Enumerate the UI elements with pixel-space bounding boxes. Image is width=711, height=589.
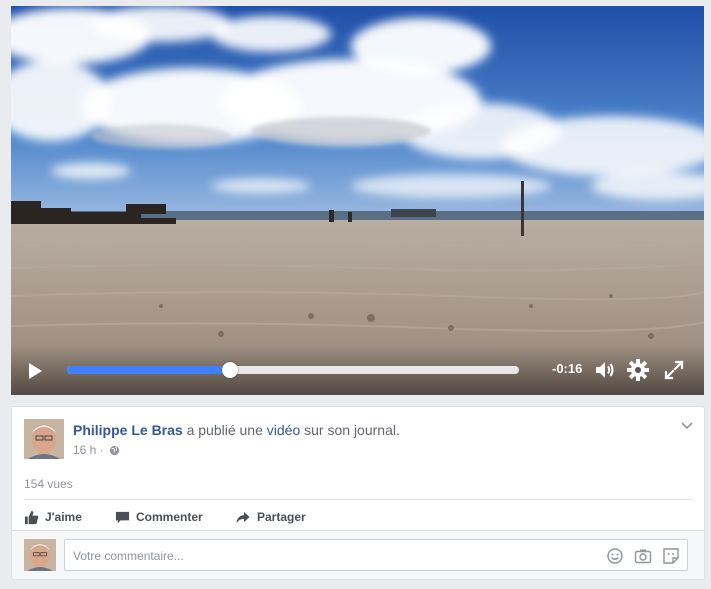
sticker-icon[interactable] xyxy=(662,547,680,565)
comment-label: Commenter xyxy=(136,510,203,524)
comment-box xyxy=(64,539,688,572)
action-suffix: sur son journal. xyxy=(300,422,400,438)
view-count[interactable]: 154 vues xyxy=(24,477,73,491)
action-prefix: a publié une xyxy=(182,422,267,438)
divider xyxy=(24,499,692,500)
avatar-image xyxy=(24,419,64,459)
commenter-avatar-image xyxy=(24,539,56,571)
commenter-avatar xyxy=(24,539,56,571)
post-header: Philippe Le Bras a publié une vidéo sur … xyxy=(73,422,400,438)
author-name[interactable]: Philippe Le Bras xyxy=(73,422,183,438)
post-card: Philippe Le Bras a publié une vidéo sur … xyxy=(11,406,705,580)
camera-icon[interactable] xyxy=(634,547,652,565)
video-player[interactable]: -0:16 xyxy=(11,6,704,395)
progress-bar[interactable] xyxy=(67,362,519,378)
progress-fill xyxy=(67,366,230,374)
progress-handle[interactable] xyxy=(221,362,238,378)
video-frame xyxy=(11,6,704,395)
chevron-down-icon[interactable] xyxy=(680,421,694,431)
post-time[interactable]: 16 h xyxy=(73,443,96,457)
like-label: J'aime xyxy=(45,510,82,524)
thumbs-up-icon xyxy=(24,510,39,524)
play-icon[interactable] xyxy=(25,361,45,381)
post-meta: 16 h · xyxy=(73,443,120,457)
comment-icon xyxy=(115,511,130,523)
emoji-icon[interactable] xyxy=(606,547,624,565)
fullscreen-icon[interactable] xyxy=(662,358,686,382)
comment-section xyxy=(12,530,704,579)
video-link[interactable]: vidéo xyxy=(267,422,300,438)
globe-icon xyxy=(109,445,120,456)
comment-input[interactable] xyxy=(71,540,595,572)
gear-icon[interactable] xyxy=(626,358,650,382)
video-controls: -0:16 xyxy=(11,345,704,395)
like-button[interactable]: J'aime xyxy=(24,507,82,527)
author-avatar[interactable] xyxy=(24,419,64,459)
comment-button[interactable]: Commenter xyxy=(115,507,203,527)
meta-separator: · xyxy=(96,443,108,457)
volume-icon[interactable] xyxy=(593,358,617,382)
time-remaining: -0:16 xyxy=(552,361,583,376)
share-label: Partager xyxy=(257,510,306,524)
share-button[interactable]: Partager xyxy=(235,507,306,527)
share-icon xyxy=(236,511,250,523)
